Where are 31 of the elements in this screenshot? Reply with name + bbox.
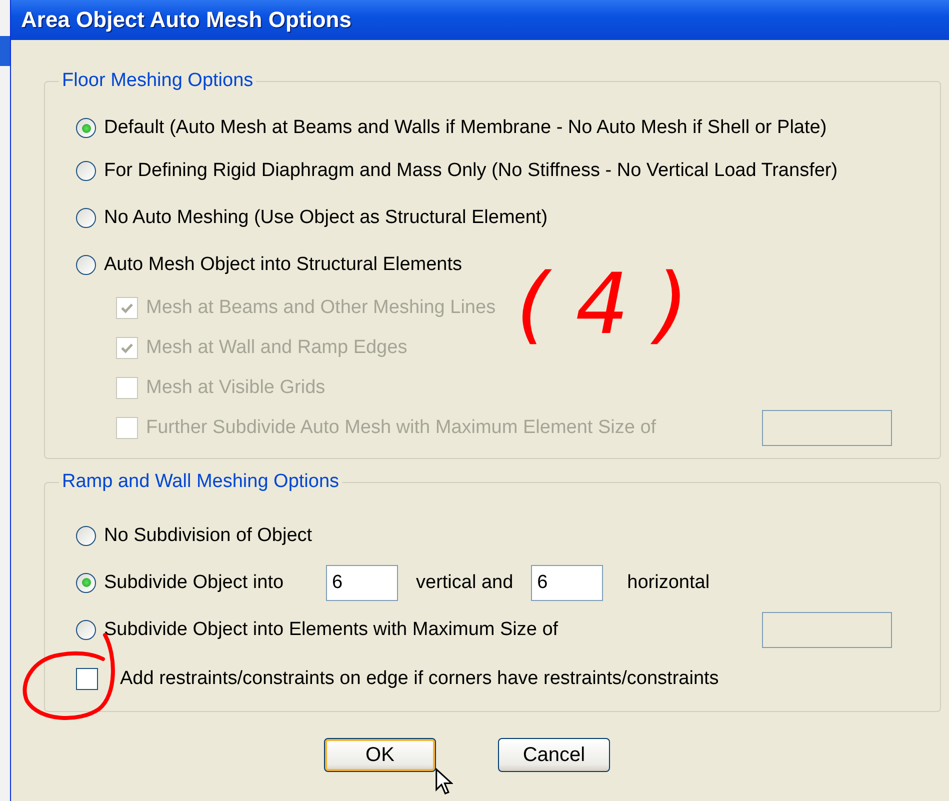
checkbox[interactable] — [76, 668, 98, 690]
option-label: No Auto Meshing (Use Object as Structural Element) — [104, 206, 548, 228]
group-title: Floor Meshing Options — [61, 70, 254, 92]
option-label: Further Subdivide Auto Mesh with Maximum Element Size of — [146, 417, 656, 439]
dialog-button[interactable]: Cancel — [498, 738, 610, 772]
option-label: Subdivide Object into Elements with Maximum Size of — [104, 618, 558, 640]
radio-button[interactable] — [76, 160, 96, 180]
option-label: Mesh at Wall and Ramp Edges — [146, 337, 408, 359]
option-label: Default (Auto Mesh at Beams and Walls if Membrane - No Auto Mesh if Shell or Plate) — [104, 117, 827, 139]
option-label: Add restraints/constraints on edge if corners have restraints/constraints — [120, 668, 719, 690]
window-title: Area Object Auto Mesh Options — [21, 7, 352, 33]
mouse-pointer-icon — [435, 768, 453, 796]
radio-button[interactable] — [76, 526, 96, 546]
option-label: For Defining Rigid Diaphragm and Mass Only (No Stiffness - No Vertical Load Transfer) — [104, 160, 838, 182]
option-label: Subdivide Object into — [104, 572, 285, 594]
dialog-button[interactable]: OK — [324, 738, 436, 772]
radio-button[interactable] — [76, 254, 96, 274]
option-label: Mesh at Visible Grids — [146, 377, 326, 399]
radio-button[interactable] — [76, 118, 96, 138]
option-label: Mesh at Beams and Other Meshing Lines — [146, 297, 496, 319]
group-title: Ramp and Wall Meshing Options — [61, 471, 340, 493]
radio-button[interactable] — [76, 572, 96, 592]
field-label: vertical and — [416, 572, 514, 594]
radio-button[interactable] — [76, 620, 96, 640]
option-label: Auto Mesh Object into Structural Elements — [104, 254, 462, 276]
handwritten-annotation: ( 4 ) — [516, 255, 688, 353]
field-label: horizontal — [627, 572, 710, 594]
input-field[interactable]: 6 — [326, 564, 398, 600]
input-field[interactable]: 6 — [531, 564, 604, 600]
radio-button[interactable] — [76, 208, 96, 228]
option-label: No Subdivision of Object — [104, 524, 312, 546]
